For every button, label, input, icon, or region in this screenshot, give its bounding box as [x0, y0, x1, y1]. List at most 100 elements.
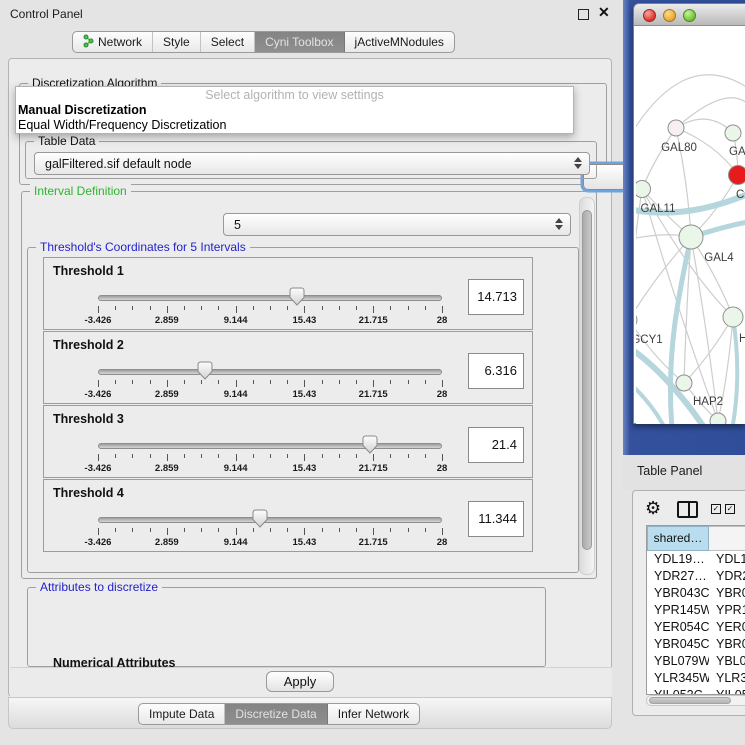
threshold-label: Threshold 2 — [53, 338, 124, 352]
column-header-shared[interactable]: shared… — [647, 526, 709, 551]
tab-style[interactable]: Style — [153, 32, 201, 52]
network-node-gal80[interactable] — [668, 120, 684, 136]
tab-impute-data[interactable]: Impute Data — [139, 704, 225, 724]
slider-track[interactable] — [98, 517, 442, 523]
minor-tick — [322, 306, 323, 310]
minor-tick — [115, 380, 116, 384]
threshold-box-3: Threshold 3-3.4262.8599.14415.4321.71528… — [43, 405, 533, 478]
table-data-combobox[interactable]: galFiltered.sif default node — [34, 152, 590, 175]
close-icon[interactable]: ✕ — [598, 4, 610, 21]
table-row[interactable]: YBR045CYBR045C — [647, 636, 745, 653]
major-tick — [442, 454, 443, 461]
table-panel-title: Table Panel — [637, 464, 702, 478]
minor-tick — [390, 380, 391, 384]
node-table[interactable]: shared…name YDL19…YDL19YDR27…YDR27YBR043… — [646, 525, 745, 695]
network-node-gcy1[interactable] — [636, 312, 637, 328]
minor-tick — [322, 380, 323, 384]
major-tick — [167, 306, 168, 313]
split-columns-icon[interactable] — [677, 501, 698, 518]
tick-label: 9.144 — [224, 537, 248, 548]
table-row[interactable]: YBL079WYBL079W — [647, 653, 745, 670]
network-node-gal11[interactable] — [636, 181, 651, 198]
tab-jactivemnodules[interactable]: jActiveMNodules — [345, 32, 454, 52]
major-tick — [373, 454, 374, 461]
table-row[interactable]: YDR27…YDR27 — [647, 568, 745, 585]
dropdown-placeholder-item[interactable]: Select algorithm to view settings — [16, 87, 573, 103]
tick-label: -3.426 — [85, 463, 112, 474]
major-tick — [442, 528, 443, 535]
close-traffic-light-icon[interactable] — [643, 9, 656, 22]
minor-tick — [425, 454, 426, 458]
network-node-gal4[interactable] — [679, 225, 703, 249]
column-header-name[interactable]: name — [709, 526, 745, 551]
network-edge[interactable] — [642, 128, 676, 189]
major-tick — [236, 454, 237, 461]
network-edge[interactable] — [676, 98, 745, 128]
network-edge-thick[interactable] — [732, 317, 737, 424]
select-columns-checkbox-icon[interactable]: ✓ — [711, 504, 721, 514]
zoom-traffic-light-icon[interactable] — [683, 9, 696, 22]
network-edge-thick[interactable] — [636, 378, 666, 424]
slider-thumb[interactable] — [362, 435, 378, 454]
threshold-value-field[interactable]: 21.4 — [468, 427, 524, 463]
slider-thumb[interactable] — [289, 287, 305, 306]
slider-track[interactable] — [98, 443, 442, 449]
network-icon — [83, 34, 94, 51]
table-row[interactable]: YBR043CYBR043C — [647, 585, 745, 602]
dropdown-item-equal-width-frequency[interactable]: Equal Width/Frequency Discretization — [16, 118, 573, 133]
network-node-c[interactable] — [729, 166, 745, 185]
major-tick — [167, 528, 168, 535]
slider-track[interactable] — [98, 369, 442, 375]
network-node-h[interactable] — [723, 307, 743, 327]
table-row[interactable]: YIL052CYIL052C — [647, 687, 745, 695]
table-row[interactable]: YDL19…YDL19 — [647, 551, 745, 568]
minor-tick — [253, 380, 254, 384]
gear-icon[interactable]: ⚙ — [645, 499, 661, 519]
tick-label: 9.144 — [224, 315, 248, 326]
slider-track[interactable] — [98, 295, 442, 301]
threshold-value-field[interactable]: 6.316 — [468, 353, 524, 389]
minor-tick — [150, 528, 151, 532]
network-node-ga[interactable] — [725, 125, 741, 141]
group-title: Interval Definition — [30, 184, 131, 198]
table-cell: YLR345W — [647, 670, 709, 687]
slider-thumb[interactable] — [252, 509, 268, 528]
tab-label: Style — [163, 35, 190, 49]
minimize-traffic-light-icon[interactable] — [663, 9, 676, 22]
table-panel-header: Table Panel — [623, 455, 745, 490]
tab-cyni-toolbox[interactable]: Cyni Toolbox — [255, 32, 344, 52]
table-row[interactable]: YPR145WYPR145W — [647, 602, 745, 619]
tab-network[interactable]: Network — [73, 32, 153, 52]
tick-label: -3.426 — [85, 389, 112, 400]
table-horizontal-scrollbar-thumb[interactable] — [649, 697, 731, 704]
select-all-checkbox-icon[interactable]: ✓ — [725, 504, 735, 514]
network-node[interactable] — [710, 413, 726, 424]
tick-label: 9.144 — [224, 463, 248, 474]
threshold-value-field[interactable]: 14.713 — [468, 279, 524, 315]
float-window-icon[interactable] — [578, 9, 589, 20]
network-window-titlebar[interactable] — [634, 4, 745, 26]
network-canvas[interactable]: GAL80GACGAL11GAL4GCY1HHAP2 — [636, 26, 745, 424]
table-cell: YER054C — [709, 619, 745, 636]
content-scrollbar-thumb[interactable] — [582, 210, 592, 550]
dropdown-item-manual-discretization[interactable]: Manual Discretization — [16, 103, 573, 118]
tab-infer-network[interactable]: Infer Network — [328, 704, 419, 724]
tab-discretize-data[interactable]: Discretize Data — [225, 704, 327, 724]
tick-label: 28 — [437, 463, 448, 474]
network-edge[interactable] — [691, 237, 718, 421]
threshold-value-field[interactable]: 11.344 — [468, 501, 524, 537]
slider-thumb[interactable] — [197, 361, 213, 380]
tick-label: 28 — [437, 537, 448, 548]
table-row[interactable]: YER054CYER054C — [647, 619, 745, 636]
major-tick — [304, 306, 305, 313]
table-horizontal-scrollbar[interactable] — [646, 695, 745, 706]
network-node-hap2[interactable] — [676, 375, 692, 391]
tab-select[interactable]: Select — [201, 32, 255, 52]
apply-button[interactable]: Apply — [266, 671, 334, 692]
number-of-intervals-combobox[interactable]: 5 — [223, 213, 571, 236]
table-data-group: Table Data galFiltered.sif default node — [25, 141, 597, 179]
table-row[interactable]: YLR345WYLR345W — [647, 670, 745, 687]
minor-tick — [408, 380, 409, 384]
content-scrollbar[interactable] — [579, 197, 595, 575]
minor-tick — [218, 528, 219, 532]
